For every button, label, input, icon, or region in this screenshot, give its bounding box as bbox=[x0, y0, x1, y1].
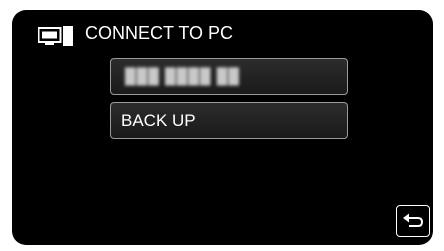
page-title: CONNECT TO PC bbox=[85, 23, 234, 43]
pc-monitor-icon bbox=[38, 26, 73, 46]
menu-item-label: ███ ████ ██ bbox=[125, 68, 240, 85]
return-arrow-icon bbox=[403, 213, 424, 227]
return-button[interactable] bbox=[396, 205, 430, 237]
camera-lcd-screen: CONNECT TO PC ███ ████ ██ BACK UP bbox=[12, 10, 433, 245]
back-up-label: BACK UP bbox=[121, 111, 196, 130]
menu-item-blurred[interactable]: ███ ████ ██ bbox=[110, 58, 348, 95]
back-up-button[interactable]: BACK UP bbox=[110, 102, 348, 139]
